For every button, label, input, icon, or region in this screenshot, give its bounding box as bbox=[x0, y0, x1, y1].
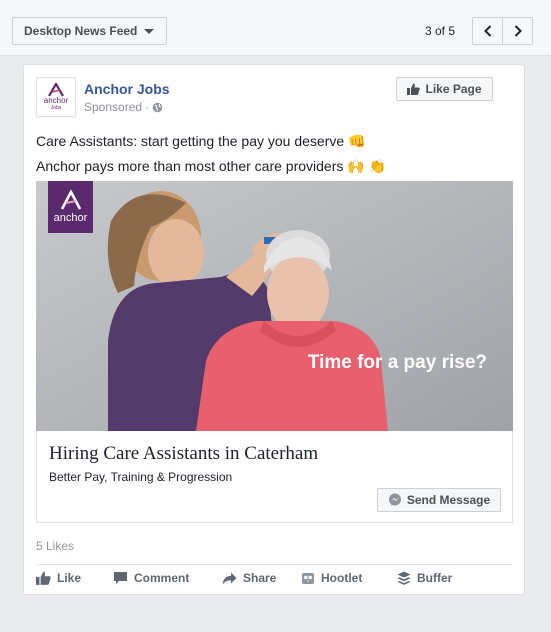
like-page-label: Like Page bbox=[425, 82, 482, 96]
comment-action-button[interactable]: Comment bbox=[113, 571, 189, 585]
preview-toolbar: Desktop News Feed 3 of 5 bbox=[0, 0, 551, 56]
share-action-label: Share bbox=[243, 571, 277, 585]
comment-icon bbox=[114, 572, 127, 584]
thumbs-up-icon bbox=[36, 571, 51, 585]
image-overlay-text: Time for a pay rise? bbox=[307, 352, 487, 373]
buffer-action-button[interactable]: Buffer bbox=[397, 571, 452, 585]
send-message-label: Send Message bbox=[406, 493, 491, 507]
ad-image[interactable]: anchor Time for a pay rise? bbox=[36, 181, 513, 431]
link-preview[interactable]: Hiring Care Assistants in Caterham Bette… bbox=[36, 431, 513, 523]
like-page-button[interactable]: Like Page bbox=[396, 77, 493, 101]
post-message-line: Care Assistants: start getting the pay y… bbox=[36, 133, 366, 149]
brand-badge: anchor bbox=[48, 181, 93, 233]
like-action-label: Like bbox=[57, 571, 82, 585]
hootlet-action-label: Hootlet bbox=[321, 571, 363, 585]
thumbs-up-icon bbox=[407, 83, 421, 95]
globe-icon bbox=[152, 102, 163, 112]
brand-badge-text: anchor bbox=[53, 212, 88, 224]
link-headline[interactable]: Hiring Care Assistants in Caterham bbox=[49, 443, 318, 465]
like-action-button[interactable]: Like bbox=[36, 571, 81, 585]
page-name-link[interactable]: Anchor Jobs bbox=[84, 81, 170, 97]
placement-dropdown[interactable]: Desktop News Feed bbox=[12, 17, 167, 45]
pager-count: 3 of 5 bbox=[425, 24, 456, 38]
anchor-logo-icon bbox=[48, 83, 64, 97]
anchor-logo-icon bbox=[60, 190, 81, 210]
chevron-down-icon bbox=[144, 29, 154, 34]
ad-photo bbox=[36, 181, 513, 431]
separator-dot: · bbox=[145, 100, 150, 114]
ad-post-card: anchor Jobs Anchor Jobs Sponsored · Like… bbox=[23, 64, 525, 595]
link-description: Better Pay, Training & Progression bbox=[49, 470, 233, 484]
previous-ad-button[interactable] bbox=[472, 17, 503, 45]
share-action-button[interactable]: Share bbox=[222, 571, 276, 585]
placement-dropdown-label: Desktop News Feed bbox=[24, 24, 138, 38]
avatar-brand-text: anchor bbox=[43, 96, 69, 105]
action-bar: Like Comment Share Hootlet Buffer bbox=[36, 571, 513, 589]
next-ad-button[interactable] bbox=[502, 17, 533, 45]
sponsored-label: Sponsored bbox=[84, 100, 143, 114]
avatar-sub-text: Jobs bbox=[50, 105, 62, 111]
comment-action-label: Comment bbox=[134, 571, 190, 585]
divider bbox=[36, 564, 513, 565]
messenger-icon bbox=[388, 493, 401, 506]
page-avatar[interactable]: anchor Jobs bbox=[36, 77, 76, 117]
likes-count[interactable]: 5 Likes bbox=[36, 539, 74, 553]
post-message-line: Anchor pays more than most other care pr… bbox=[36, 158, 387, 174]
owl-icon bbox=[302, 572, 314, 584]
share-icon bbox=[222, 572, 237, 584]
sponsored-line: Sponsored · bbox=[84, 100, 163, 114]
hootlet-action-button[interactable]: Hootlet bbox=[301, 571, 362, 585]
send-message-button[interactable]: Send Message bbox=[377, 488, 501, 512]
buffer-stack-icon bbox=[397, 571, 411, 585]
buffer-action-label: Buffer bbox=[417, 571, 453, 585]
chevron-left-icon bbox=[483, 25, 491, 37]
post-message: Care Assistants: start getting the pay y… bbox=[36, 129, 386, 179]
chevron-right-icon bbox=[514, 25, 522, 37]
